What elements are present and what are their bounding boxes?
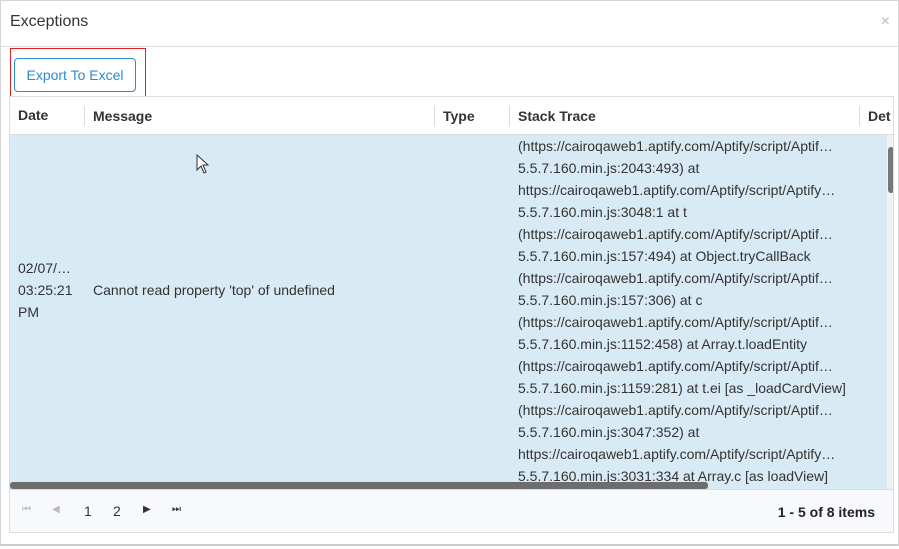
stack-trace-line: 5.5.7.160.min.js:157:306) at c [518,292,703,308]
stack-trace-line: (https://cairoqaweb1.aptify.com/Aptify/s… [518,358,833,374]
stack-trace-line: https://cairoqaweb1.aptify.com/Aptify/sc… [518,182,836,198]
exceptions-grid: Date Message Type Stack Trace Det 02/07/… [9,96,894,533]
page-1-button[interactable]: 1 [84,503,92,519]
next-page-icon[interactable]: ▶ [143,504,151,515]
stack-trace-line: (https://cairoqaweb1.aptify.com/Aptify/s… [518,314,833,330]
header-divider [1,46,898,47]
column-header-type[interactable]: Type [434,106,475,126]
stack-trace-line: 5.5.7.160.min.js:3047:352) at [518,424,700,440]
stack-trace-line: (https://cairoqaweb1.aptify.com/Aptify/s… [518,402,833,418]
close-icon[interactable]: × [881,13,890,31]
ampm-line: PM [18,304,39,320]
stack-trace-line: 5.5.7.160.min.js:3048:1 at t [518,204,687,220]
column-header-details[interactable]: Det [859,106,891,126]
first-page-icon[interactable]: ⏮ [22,504,31,515]
horizontal-scroll-thumb[interactable] [10,482,708,489]
mouse-cursor-icon [196,154,210,174]
exceptions-dialog: Exceptions × Export To Excel Date Messag… [0,0,899,546]
date-line: 02/07/… [18,260,71,276]
vertical-scroll-thumb[interactable] [888,147,893,193]
pager: ⏮ ◀ 1 2 ▶ ⏭ 1 - 5 of 8 items [10,489,893,532]
stack-trace-line: 5.5.7.160.min.js:1152:458) at Array.t.lo… [518,336,807,352]
date-cell: 02/07/… 03:25:21 PM [18,257,73,323]
vertical-scrollbar[interactable] [887,135,893,489]
dialog-title: Exceptions [10,13,89,30]
pager-info: 1 - 5 of 8 items [777,504,875,520]
export-to-excel-button[interactable]: Export To Excel [14,58,136,92]
time-line: 03:25:21 [18,282,73,298]
last-page-icon[interactable]: ⏭ [172,504,181,515]
stack-trace-line: 5.5.7.160.min.js:157:494) at Object.tryC… [518,248,811,264]
table-row[interactable]: 02/07/… 03:25:21 PM Cannot read property… [10,135,887,489]
page-2-button[interactable]: 2 [113,503,121,519]
stack-trace-line: (https://cairoqaweb1.aptify.com/Aptify/s… [518,138,833,154]
stack-trace-line: 5.5.7.160.min.js:2043:493) at [518,160,700,176]
column-header-stack-trace[interactable]: Stack Trace [509,106,596,126]
message-cell: Cannot read property 'top' of undefined [93,282,335,298]
grid-header: Date Message Type Stack Trace Det [10,97,893,135]
stack-trace-line: 5.5.7.160.min.js:1159:281) at t.ei [as _… [518,380,846,396]
stack-trace-line: (https://cairoqaweb1.aptify.com/Aptify/s… [518,270,833,286]
stack-trace-cell: (https://cairoqaweb1.aptify.com/Aptify/s… [518,135,846,487]
column-header-date[interactable]: Date [10,97,48,134]
column-header-message[interactable]: Message [84,106,152,126]
prev-page-icon[interactable]: ◀ [52,504,60,515]
stack-trace-line: (https://cairoqaweb1.aptify.com/Aptify/s… [518,226,833,242]
stack-trace-line: https://cairoqaweb1.aptify.com/Aptify/sc… [518,446,836,462]
